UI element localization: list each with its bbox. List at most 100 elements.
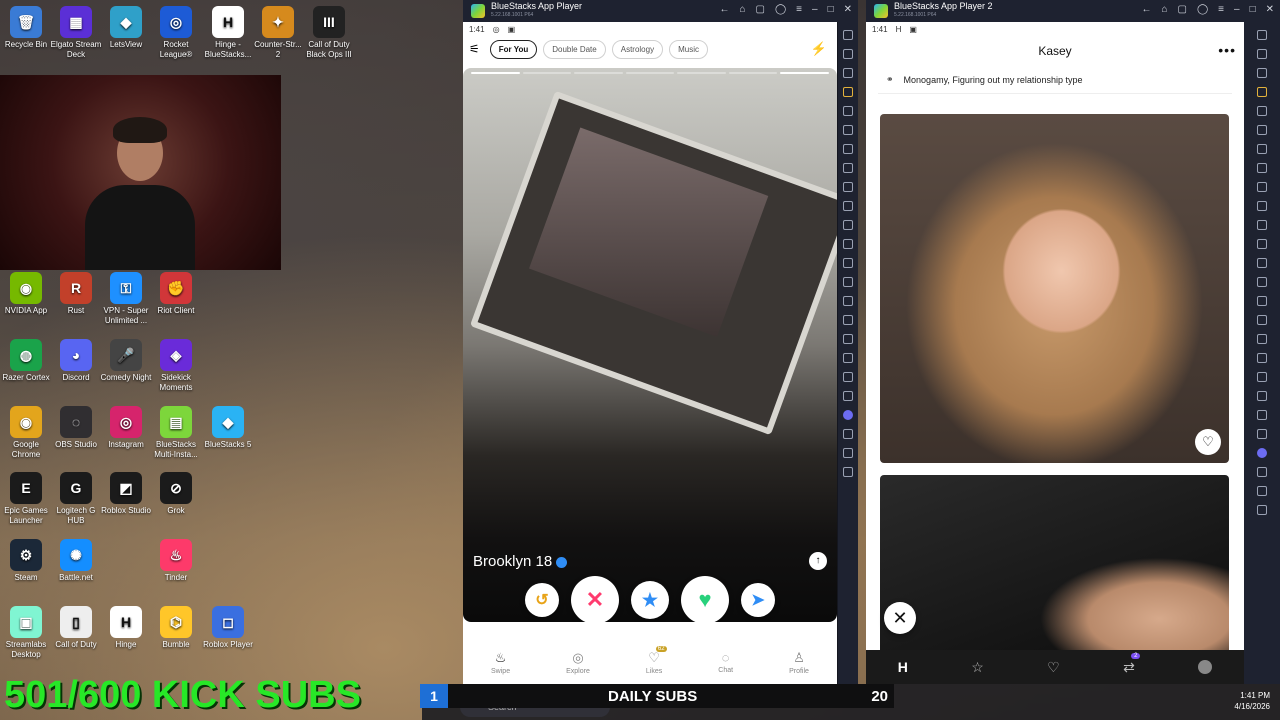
desktop-icon[interactable]: ◍ Razer Cortex <box>0 339 52 383</box>
nav-discover-icon[interactable]: H <box>898 659 908 675</box>
profile-info-button[interactable]: ↑ <box>809 552 827 570</box>
desktop-icon-label: Bumble <box>162 640 190 649</box>
hinge-icon: H <box>110 606 142 638</box>
desktop-icon[interactable]: ▣ Streamlabs Desktop <box>0 606 52 660</box>
maximize-icon[interactable]: □ <box>1250 4 1256 15</box>
desktop-icon[interactable]: G Logitech G HUB <box>50 472 102 526</box>
nav-chat[interactable]: ◌ Chat <box>718 650 733 674</box>
desktop-icon[interactable]: ◎ Rocket League® <box>150 6 202 60</box>
profile-photo-1[interactable]: ♡ <box>880 114 1229 463</box>
sidekick-icon: ◈ <box>160 339 192 371</box>
desktop-icon[interactable]: ◆ LetsView <box>100 6 152 50</box>
desktop-icon[interactable]: H Hinge - BlueStacks... <box>202 6 254 60</box>
verified-icon <box>556 556 568 568</box>
desktop-icon[interactable]: ♨ Tinder <box>150 539 202 583</box>
desktop-icon[interactable]: III Call of Duty Black Ops III <box>303 6 355 60</box>
super-like-button[interactable]: ★ <box>631 581 669 619</box>
profile-name: Kasey <box>1038 44 1072 58</box>
desktop-icon[interactable]: ✦ Counter-Str... 2 <box>252 6 304 60</box>
desktop-icon-label: Call of Duty <box>55 640 97 649</box>
nav-profile[interactable]: ♙ Profile <box>789 650 809 675</box>
desktop-icon[interactable]: ◻ Roblox Player <box>202 606 254 650</box>
back-icon[interactable]: ← <box>1141 4 1151 15</box>
home-icon[interactable]: ⌂ <box>739 4 745 15</box>
nav-swipe[interactable]: ♨ Swipe <box>491 650 510 675</box>
like-photo-button[interactable]: ♡ <box>1195 429 1221 455</box>
tabs-icon[interactable]: ▢ <box>756 4 765 15</box>
like-button[interactable]: ♥ <box>681 576 729 622</box>
kick-subs-goal: 501/600 KICK SUBS <box>4 674 361 716</box>
system-clock[interactable]: 1:41 PM 4/16/2026 <box>1234 690 1270 712</box>
nav-explore[interactable]: ◎ Explore <box>566 650 590 675</box>
desktop-icon[interactable]: ◌ OBS Studio <box>50 406 102 450</box>
nav-profile-icon[interactable] <box>1198 660 1213 674</box>
desktop-icon-label: Discord <box>62 373 90 382</box>
chip-double-date[interactable]: Double Date <box>543 39 606 59</box>
back-icon[interactable]: ← <box>719 4 729 15</box>
menu-icon[interactable]: ≡ <box>796 4 802 15</box>
desktop-icon[interactable]: ◉ Google Chrome <box>0 406 52 460</box>
desktop-icon-label: Rocket League® <box>159 40 193 59</box>
desktop-icon[interactable]: ▦ Elgato Stream Deck <box>50 6 102 60</box>
desktop-icon[interactable]: ◕ Discord <box>50 339 102 383</box>
account-icon[interactable]: ◯ <box>1197 4 1208 15</box>
desktop-icon-label: Tinder <box>164 573 188 582</box>
desktop-icon[interactable]: ◩ Roblox Studio <box>100 472 152 516</box>
riot-client-icon: ✊ <box>160 272 192 304</box>
instagram-icon: ◎ <box>110 406 142 438</box>
window2-version: 5.22.168.1001 P64 <box>894 12 937 18</box>
bluestacks-multi-icon: ▤ <box>160 406 192 438</box>
desktop-icon[interactable]: H Hinge <box>100 606 152 650</box>
desktop-icon-label: Epic Games Launcher <box>4 506 48 525</box>
grok-icon: ⊘ <box>160 472 192 504</box>
rewind-button[interactable]: ↺ <box>525 583 559 617</box>
close-icon[interactable]: ✕ <box>844 4 852 15</box>
skip-button[interactable]: ✕ <box>884 602 916 634</box>
logitech-icon: G <box>60 472 92 504</box>
nav-standouts-icon[interactable]: ☆ <box>971 659 984 676</box>
boost-icon[interactable]: ⚡ <box>811 41 827 57</box>
profile-card[interactable]: Brooklyn 18 ↑ ↺ ✕ ★ ♥ ➤ <box>463 68 837 622</box>
nope-button[interactable]: ✕ <box>571 576 619 622</box>
desktop-icon-label: Rust <box>67 306 85 315</box>
home-icon[interactable]: ⌂ <box>1161 4 1167 15</box>
desktop-icon[interactable]: ▤ BlueStacks Multi-Insta... <box>150 406 202 460</box>
streamlabs-icon: ▣ <box>10 606 42 638</box>
menu-icon[interactable]: ≡ <box>1218 4 1224 15</box>
boost-button[interactable]: ➤ <box>741 583 775 617</box>
bluestacks-window-2: BlueStacks App Player 2 5.22.168.1001 P64… <box>866 0 1280 684</box>
desktop-icon-label: Counter-Str... 2 <box>254 40 302 59</box>
desktop-icon[interactable]: ◉ NVIDIA App <box>0 272 52 316</box>
minimize-icon[interactable]: – <box>812 4 818 15</box>
desktop-icon[interactable]: R Rust <box>50 272 102 316</box>
filter-icon[interactable]: ⚟ <box>469 42 480 56</box>
close-icon[interactable]: ✕ <box>1266 4 1274 15</box>
desktop-icon[interactable]: ▯ Call of Duty <box>50 606 102 650</box>
black-ops-icon: III <box>313 6 345 38</box>
desktop-icon[interactable]: ◈ Sidekick Moments <box>150 339 202 393</box>
nav-likes-icon[interactable]: ♡ <box>1047 659 1060 676</box>
chip-music[interactable]: Music <box>669 39 708 59</box>
desktop-icon[interactable]: ◆ BlueStacks 5 <box>202 406 254 450</box>
chip-astrology[interactable]: Astrology <box>611 39 664 59</box>
desktop-icon[interactable]: ✺ Battle.net <box>50 539 102 583</box>
maximize-icon[interactable]: □ <box>828 4 834 15</box>
account-icon[interactable]: ◯ <box>775 4 786 15</box>
more-icon[interactable]: ••• <box>1218 42 1236 58</box>
desktop-icon[interactable]: E Epic Games Launcher <box>0 472 52 526</box>
tabs-icon[interactable]: ▢ <box>1178 4 1187 15</box>
profile-photo <box>469 90 837 436</box>
desktop-icon[interactable]: ⌬ Bumble <box>150 606 202 650</box>
desktop-icon[interactable]: ⚿ VPN - Super Unlimited ... <box>100 272 152 326</box>
hinge-header: Kasey ••• <box>866 36 1244 66</box>
desktop-icon[interactable]: ✊ Riot Client <box>150 272 202 316</box>
minimize-icon[interactable]: – <box>1234 4 1240 15</box>
desktop-icon[interactable]: ⊘ Grok <box>150 472 202 516</box>
nav-likes[interactable]: ♡ Likes 62 <box>646 645 667 675</box>
desktop-icon[interactable]: 🗑 Recycle Bin <box>0 6 52 50</box>
desktop-icon[interactable]: ⚙ Steam <box>0 539 52 583</box>
desktop-icon[interactable]: ◎ Instagram <box>100 406 152 450</box>
nav-matches-icon[interactable]: ⇄ 2 <box>1123 652 1141 676</box>
desktop-icon[interactable]: 🎤 Comedy Night <box>100 339 152 383</box>
chip-for-you[interactable]: For You <box>489 39 538 59</box>
